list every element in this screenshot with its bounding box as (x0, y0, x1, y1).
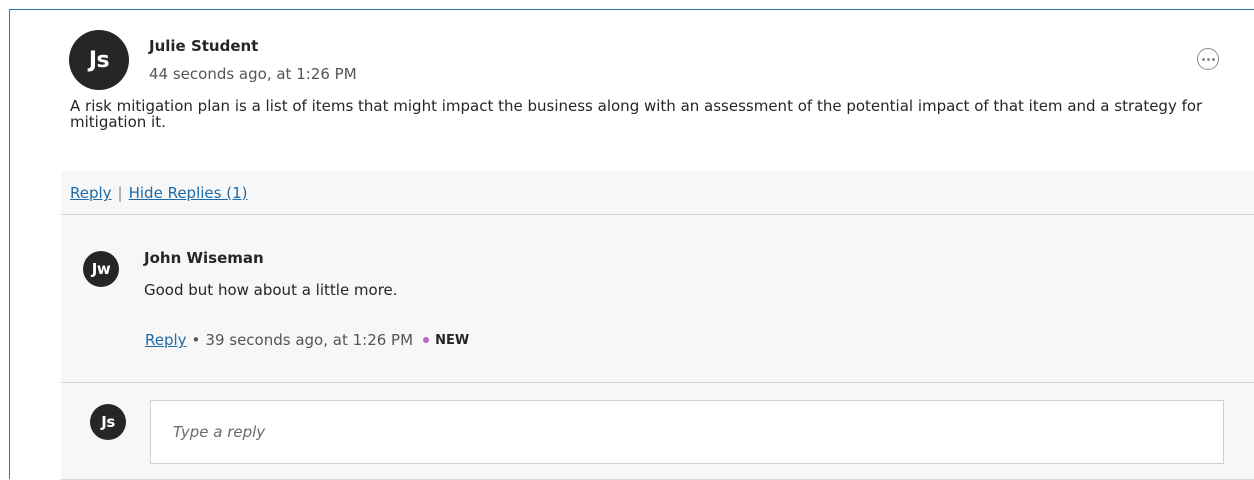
reply-body: Good but how about a little more. (144, 281, 398, 299)
more-options-icon[interactable] (1197, 48, 1219, 70)
hide-replies-link[interactable]: Hide Replies (1) (129, 184, 248, 202)
post-author-name[interactable]: Julie Student (149, 37, 258, 55)
author-avatar[interactable]: Js (69, 30, 129, 90)
reply-timestamp: 39 seconds ago, at 1:26 PM (205, 331, 414, 349)
current-user-avatar: Js (90, 404, 126, 440)
new-badge: NEW (435, 332, 470, 348)
discussion-post-card: Js Julie Student 44 seconds ago, at 1:26… (9, 9, 1254, 480)
meta-bullet: • (191, 331, 201, 349)
divider (61, 382, 1254, 383)
post-body: A risk mitigation plan is a list of item… (70, 97, 1203, 131)
reply-author-name[interactable]: John Wiseman (144, 249, 264, 267)
reply-input[interactable] (150, 400, 1224, 464)
post-actions: Reply | Hide Replies (1) (70, 184, 247, 202)
actions-separator: | (117, 184, 123, 202)
replies-section: Reply | Hide Replies (1) Jw John Wiseman G… (61, 171, 1254, 480)
reply-meta: Reply • 39 seconds ago, at 1:26 PM NEW (145, 331, 469, 349)
new-indicator-dot (423, 337, 430, 343)
divider (61, 214, 1254, 215)
post-timestamp: 44 seconds ago, at 1:26 PM (149, 65, 357, 83)
reply-link[interactable]: Reply (70, 184, 112, 202)
reply-to-reply-link[interactable]: Reply (145, 331, 187, 349)
reply-author-avatar[interactable]: Jw (83, 251, 119, 287)
